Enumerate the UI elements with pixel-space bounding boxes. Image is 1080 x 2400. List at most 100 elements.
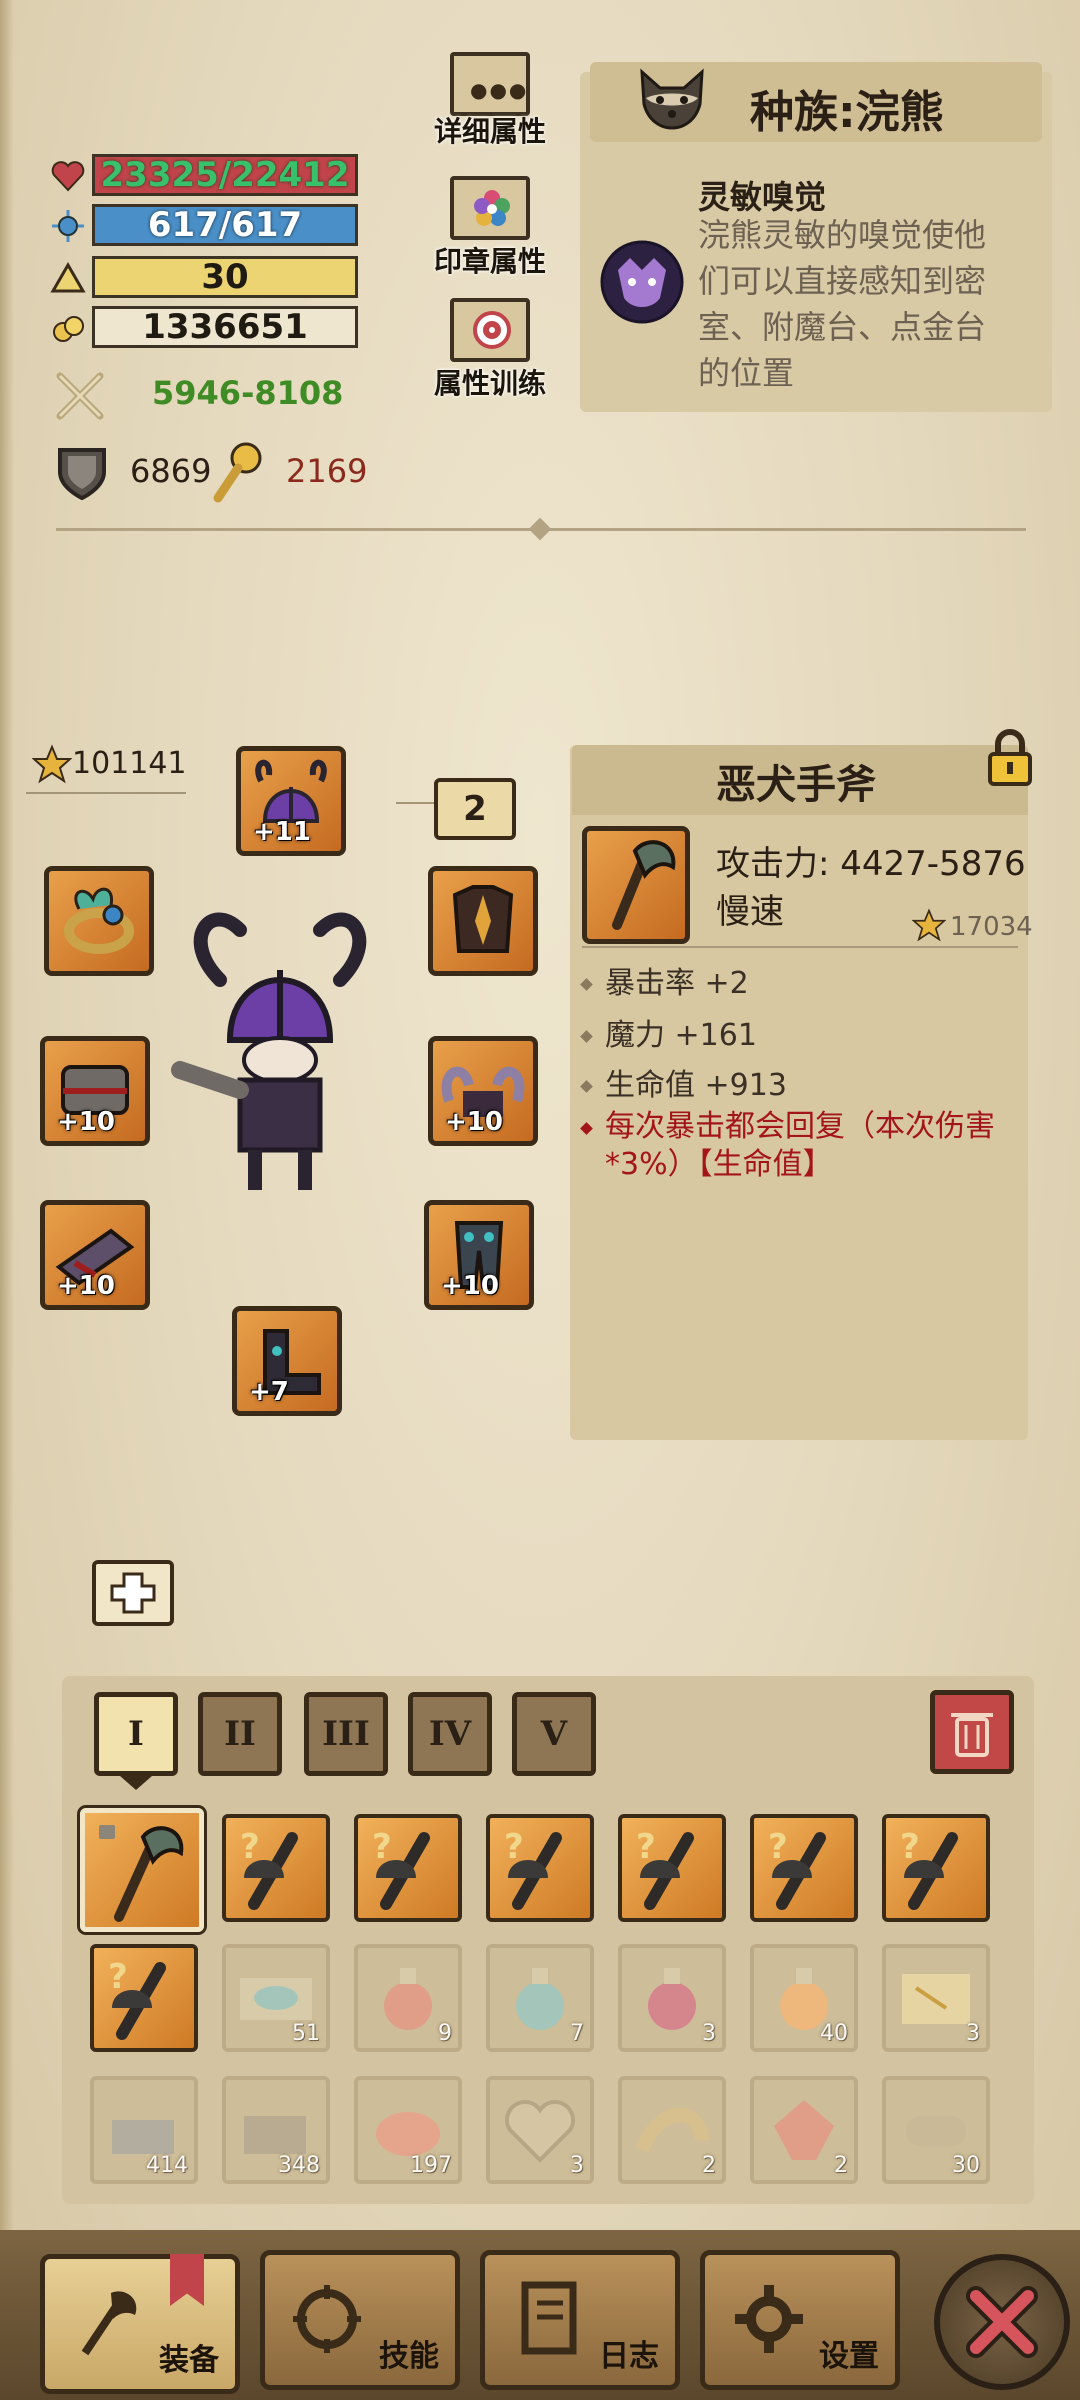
unknown-gear-icon: ? (768, 1827, 826, 1910)
item-count: 40 (820, 2021, 848, 2046)
inventory-slot-unknown-item[interactable]: ? (618, 1814, 726, 1922)
inventory-slot-unknown-item[interactable]: ? (486, 1814, 594, 1922)
lock-icon[interactable] (984, 728, 1036, 788)
details-button[interactable]: ●●● (450, 52, 530, 116)
inventory-slot-scroll[interactable]: 51 (222, 1944, 330, 2052)
inventory-slot-material[interactable]: 197 (354, 2076, 462, 2184)
inventory-slot-unknown-item[interactable]: ? (90, 1944, 198, 2052)
seal-label[interactable]: 印章属性 (420, 240, 560, 280)
target-icon (473, 311, 511, 349)
legs-slot[interactable]: +10 (424, 1200, 534, 1310)
item-count: 7 (570, 2021, 584, 2046)
item-count: 2 (834, 2153, 848, 2178)
svg-text:?: ? (372, 1827, 392, 1867)
weapon-plus: +10 (57, 1107, 115, 1137)
gloves-plus: +10 (57, 1271, 115, 1301)
seal-button[interactable] (450, 176, 530, 240)
inventory-slot-material[interactable]: 2 (750, 2076, 858, 2184)
axe-emblem-icon (81, 2291, 137, 2356)
inventory-slot-unknown-item[interactable]: ? (222, 1814, 330, 1922)
inventory-slot-material[interactable]: 2 (618, 2076, 726, 2184)
inventory-slot-potion[interactable]: 7 (486, 1944, 594, 2052)
inventory-slot-material[interactable]: 3 (486, 2076, 594, 2184)
nav-settings-button[interactable]: 设置 (700, 2250, 900, 2390)
tab-5[interactable]: V (512, 1692, 596, 1776)
ring-slot[interactable] (44, 866, 154, 976)
item-score: 17034 (950, 912, 1033, 942)
nav-skills-button[interactable]: 技能 (260, 2250, 460, 2390)
close-icon (966, 2286, 1038, 2358)
item-count: 3 (570, 2153, 584, 2178)
inventory-slot-unknown-item[interactable]: ? (354, 1814, 462, 1922)
gold-bar: 1336651 (92, 306, 358, 348)
inventory-slot-material[interactable]: 414 (90, 2076, 198, 2184)
nav-equip-button[interactable]: 装备 (40, 2254, 240, 2394)
hero-character (171, 912, 367, 1190)
chest-armor-icon (452, 885, 514, 953)
bullet-icon (580, 1030, 593, 1043)
tab-2[interactable]: II (198, 1692, 282, 1776)
axe-icon (99, 1825, 184, 1922)
details-label[interactable]: 详细属性 (420, 110, 560, 150)
connector-line (396, 802, 434, 804)
magic-value: 2169 (286, 452, 368, 490)
race-title: 种族:浣熊 (750, 87, 944, 138)
item-count: 9 (438, 2021, 452, 2046)
inventory-slot-selected[interactable] (80, 1808, 204, 1932)
tab-3[interactable]: III (304, 1692, 388, 1776)
mana-bar: 617/617 (92, 204, 358, 246)
active-tab-pointer (120, 1776, 152, 1790)
training-button[interactable] (450, 298, 530, 362)
inventory-slot-map[interactable]: 3 (882, 1944, 990, 2052)
boots-plus: +7 (249, 1377, 289, 1407)
shield-icon (58, 448, 106, 501)
magic-staff-icon (213, 442, 262, 503)
shoulder-slot[interactable]: +10 (428, 1036, 538, 1146)
tab-1[interactable]: I (94, 1692, 178, 1776)
inventory-slot-unknown-item[interactable]: ? (882, 1814, 990, 1922)
item-count: 414 (146, 2153, 188, 2178)
inventory-slot-material[interactable]: 348 (222, 2076, 330, 2184)
inventory-slot-potion[interactable]: 40 (750, 1944, 858, 2052)
tab-4[interactable]: IV (408, 1692, 492, 1776)
gloves-slot[interactable]: +10 (40, 1200, 150, 1310)
gold-value: 1336651 (142, 307, 308, 347)
page-badge[interactable]: 2 (434, 778, 516, 840)
shoulder-plus: +10 (445, 1107, 503, 1137)
chest-slot[interactable] (428, 866, 538, 976)
hp-value: 23325/22412 (100, 155, 350, 195)
arrange-button[interactable] (92, 1560, 174, 1626)
svg-text:?: ? (240, 1827, 260, 1867)
item-special: 每次暴击都会回复（本次伤害*3%）【生命值】 (580, 1108, 1002, 1184)
item-count: 197 (410, 2153, 452, 2178)
boots-slot[interactable]: +7 (232, 1306, 342, 1416)
unknown-gear-icon: ? (240, 1827, 298, 1910)
inventory-slot-unknown-item[interactable]: ? (750, 1814, 858, 1922)
inventory-slot-material[interactable]: 30 (882, 2076, 990, 2184)
item-count: 2 (702, 2153, 716, 2178)
legs-plus: +10 (441, 1271, 499, 1301)
inventory-slot-potion[interactable]: 3 (618, 1944, 726, 2052)
svg-text:?: ? (900, 1827, 920, 1867)
item-prop-hp: 生命值 +913 (580, 1060, 787, 1104)
close-button[interactable] (934, 2254, 1070, 2390)
training-label[interactable]: 属性训练 (420, 362, 560, 402)
nav-log-button[interactable]: 日志 (480, 2250, 680, 2390)
item-prop-crit: 暴击率 +2 (580, 958, 749, 1002)
inventory-slot-potion[interactable]: 9 (354, 1944, 462, 2052)
journal-icon (521, 2281, 577, 2355)
helmet-slot[interactable]: +11 (236, 746, 346, 856)
defense-value: 6869 (130, 452, 212, 490)
skill-emblem-icon (293, 2285, 361, 2353)
special-text: 每次暴击都会回复（本次伤害*3%）【生命值】 (605, 1109, 995, 1182)
svg-text:?: ? (636, 1827, 656, 1867)
trash-button[interactable] (930, 1690, 1014, 1774)
weapon-slot[interactable]: +10 (40, 1036, 150, 1146)
skill-description: 浣熊灵敏的嗅觉使他们可以直接感知到密室、附魔台、点金台的位置 (698, 216, 987, 392)
raccoon-icon (640, 68, 704, 130)
ring-icon (64, 887, 134, 954)
skill-icon[interactable] (600, 240, 684, 324)
connector-line (26, 792, 186, 794)
item-count: 51 (292, 2021, 320, 2046)
item-prop-magic: 魔力 +161 (580, 1010, 757, 1054)
